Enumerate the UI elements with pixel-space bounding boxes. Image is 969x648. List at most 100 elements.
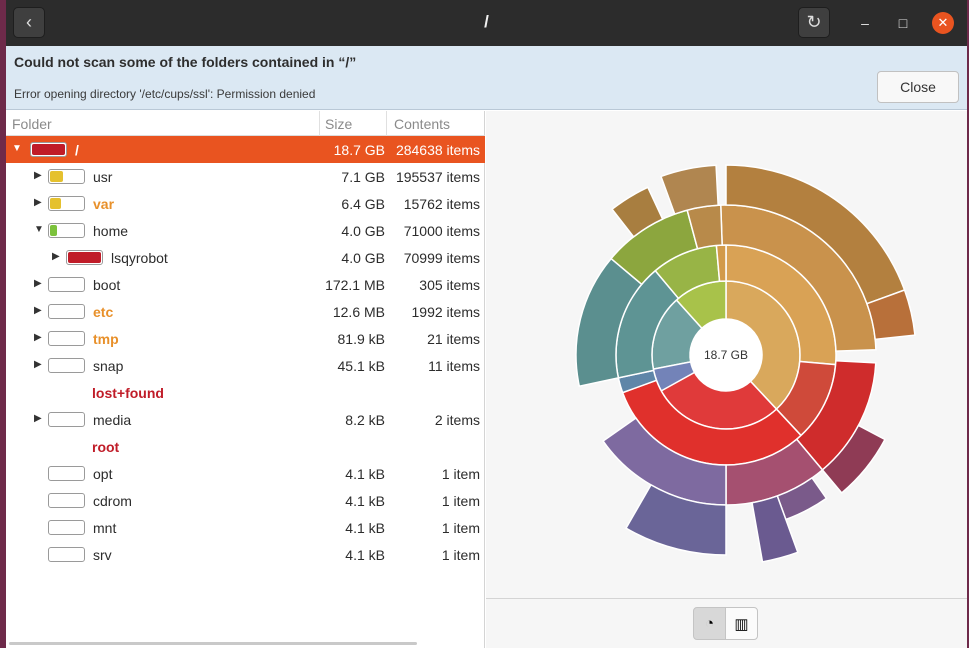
tree-header: Folder Size Contents [6, 111, 485, 136]
folder-row[interactable]: root [6, 433, 485, 460]
expander-closed-icon[interactable]: ▶ [34, 332, 42, 343]
folder-contents: 305 items [419, 277, 480, 293]
folder-row[interactable]: ▶ tmp 81.9 kB 21 items [6, 325, 485, 352]
folder-size: 4.1 kB [345, 547, 385, 563]
usage-bar [48, 520, 85, 535]
folder-name: boot [93, 277, 121, 293]
folder-contents: 71000 items [403, 223, 480, 239]
usage-bar [48, 358, 85, 373]
expander-closed-icon[interactable]: ▶ [34, 197, 42, 208]
refresh-button[interactable]: ↻ [798, 7, 830, 38]
folder-name: lsqyrobot [111, 250, 168, 266]
folder-size: 12.6 MB [332, 304, 385, 320]
folder-row[interactable]: ▶ usr 7.1 GB 195537 items [6, 163, 485, 190]
chart-center-label: 18.7 GB [704, 348, 748, 362]
folder-contents: 15762 items [403, 196, 480, 212]
folder-size: 8.2 kB [345, 412, 385, 428]
treemap-chart-button[interactable]: ▥ [725, 607, 758, 640]
infobar-message: Error opening directory '/etc/cups/ssl':… [14, 87, 316, 101]
column-size[interactable]: Size [325, 116, 352, 132]
folder-name: media [93, 412, 132, 428]
folder-contents: 195537 items [395, 169, 480, 185]
usage-bar [30, 142, 67, 157]
folder-contents: 1 item [441, 520, 480, 536]
usage-bar [48, 196, 85, 211]
folder-row[interactable]: ▶ var 6.4 GB 15762 items [6, 190, 485, 217]
folder-row[interactable]: ▶ lsqyrobot 4.0 GB 70999 items [6, 244, 485, 271]
infobar-close-button[interactable]: Close [877, 71, 959, 103]
folder-size: 4.0 GB [341, 250, 385, 266]
folder-size: 18.7 GB [333, 142, 385, 158]
folder-row[interactable]: ▼ / 18.7 GB 284638 items [6, 136, 485, 163]
expander-closed-icon[interactable]: ▶ [34, 413, 42, 424]
expander-closed-icon[interactable]: ▶ [34, 278, 42, 289]
folder-name: opt [93, 466, 113, 482]
folder-name: srv [93, 547, 112, 563]
folder-name: tmp [93, 331, 119, 347]
folder-row[interactable]: cdrom 4.1 kB 1 item [6, 487, 485, 514]
rings-chart-button[interactable]: ◔ [693, 607, 726, 640]
chart-toolbar: ◔ ▥ [486, 598, 967, 648]
title-bar: ‹ / ↻ – □ ✕ [6, 0, 967, 46]
folder-contents: 1992 items [411, 304, 480, 320]
folder-size: 4.1 kB [345, 493, 385, 509]
folder-contents: 70999 items [403, 250, 480, 266]
folder-size: 4.0 GB [341, 223, 385, 239]
usage-bar [48, 169, 85, 184]
folder-row[interactable]: srv 4.1 kB 1 item [6, 541, 485, 568]
folder-row[interactable]: opt 4.1 kB 1 item [6, 460, 485, 487]
folder-row[interactable]: ▶ snap 45.1 kB 11 items [6, 352, 485, 379]
expander-closed-icon[interactable]: ▶ [34, 305, 42, 316]
folder-contents: 284638 items [395, 142, 480, 158]
rings-chart[interactable]: 18.7 GB [486, 111, 967, 598]
folder-contents: 2 items [434, 412, 480, 428]
window-close-button[interactable]: ✕ [932, 12, 954, 34]
minimize-button[interactable]: – [854, 12, 876, 34]
folder-row[interactable]: ▶ boot 172.1 MB 305 items [6, 271, 485, 298]
usage-bar [48, 493, 85, 508]
folder-size: 7.1 GB [341, 169, 385, 185]
folder-name: cdrom [93, 493, 132, 509]
folder-name: home [93, 223, 129, 239]
folder-size: 172.1 MB [325, 277, 385, 293]
column-folder[interactable]: Folder [12, 116, 52, 132]
folder-size: 4.1 kB [345, 466, 385, 482]
infobar-title: Could not scan some of the folders conta… [14, 54, 357, 70]
folder-name: usr [93, 169, 113, 185]
expander-open-icon[interactable]: ▼ [12, 143, 22, 154]
folder-row[interactable]: ▶ etc 12.6 MB 1992 items [6, 298, 485, 325]
folder-size: 4.1 kB [345, 520, 385, 536]
usage-bar [48, 331, 85, 346]
column-contents[interactable]: Contents [394, 116, 450, 132]
horizontal-scrollbar[interactable] [9, 642, 417, 645]
folder-contents: 1 item [441, 466, 480, 482]
folder-contents: 1 item [441, 493, 480, 509]
folder-row[interactable]: lost+found [6, 379, 485, 406]
folder-size: 81.9 kB [337, 331, 385, 347]
minimize-icon: – [861, 15, 869, 31]
expander-closed-icon[interactable]: ▶ [34, 170, 42, 181]
folder-row[interactable]: mnt 4.1 kB 1 item [6, 514, 485, 541]
baobab-window: ‹ / ↻ – □ ✕ Could not scan some of the f… [6, 0, 967, 648]
folder-row[interactable]: ▶ media 8.2 kB 2 items [6, 406, 485, 433]
rings-chart-area: 18.7 GB [486, 111, 967, 598]
refresh-icon: ↻ [806, 12, 822, 32]
usage-bar [48, 466, 85, 481]
folder-contents: 21 items [427, 331, 480, 347]
folder-name: / [75, 142, 79, 158]
folder-tree: Folder Size Contents ▼ / 18.7 GB 284638 ite… [6, 111, 485, 648]
folder-name: snap [93, 358, 124, 374]
folder-name: var [93, 196, 115, 212]
folder-size: 45.1 kB [337, 358, 385, 374]
usage-bar [48, 223, 85, 238]
treemap-chart-icon: ▥ [734, 615, 749, 633]
maximize-button[interactable]: □ [892, 12, 914, 34]
folder-name: lost+found [92, 385, 164, 401]
expander-closed-icon[interactable]: ▶ [34, 359, 42, 370]
folder-row[interactable]: ▼ home 4.0 GB 71000 items [6, 217, 485, 244]
folder-size: 6.4 GB [341, 196, 385, 212]
expander-closed-icon[interactable]: ▶ [52, 251, 60, 262]
expander-open-icon[interactable]: ▼ [34, 224, 44, 235]
error-infobar: Could not scan some of the folders conta… [6, 46, 967, 110]
maximize-icon: □ [898, 15, 908, 31]
